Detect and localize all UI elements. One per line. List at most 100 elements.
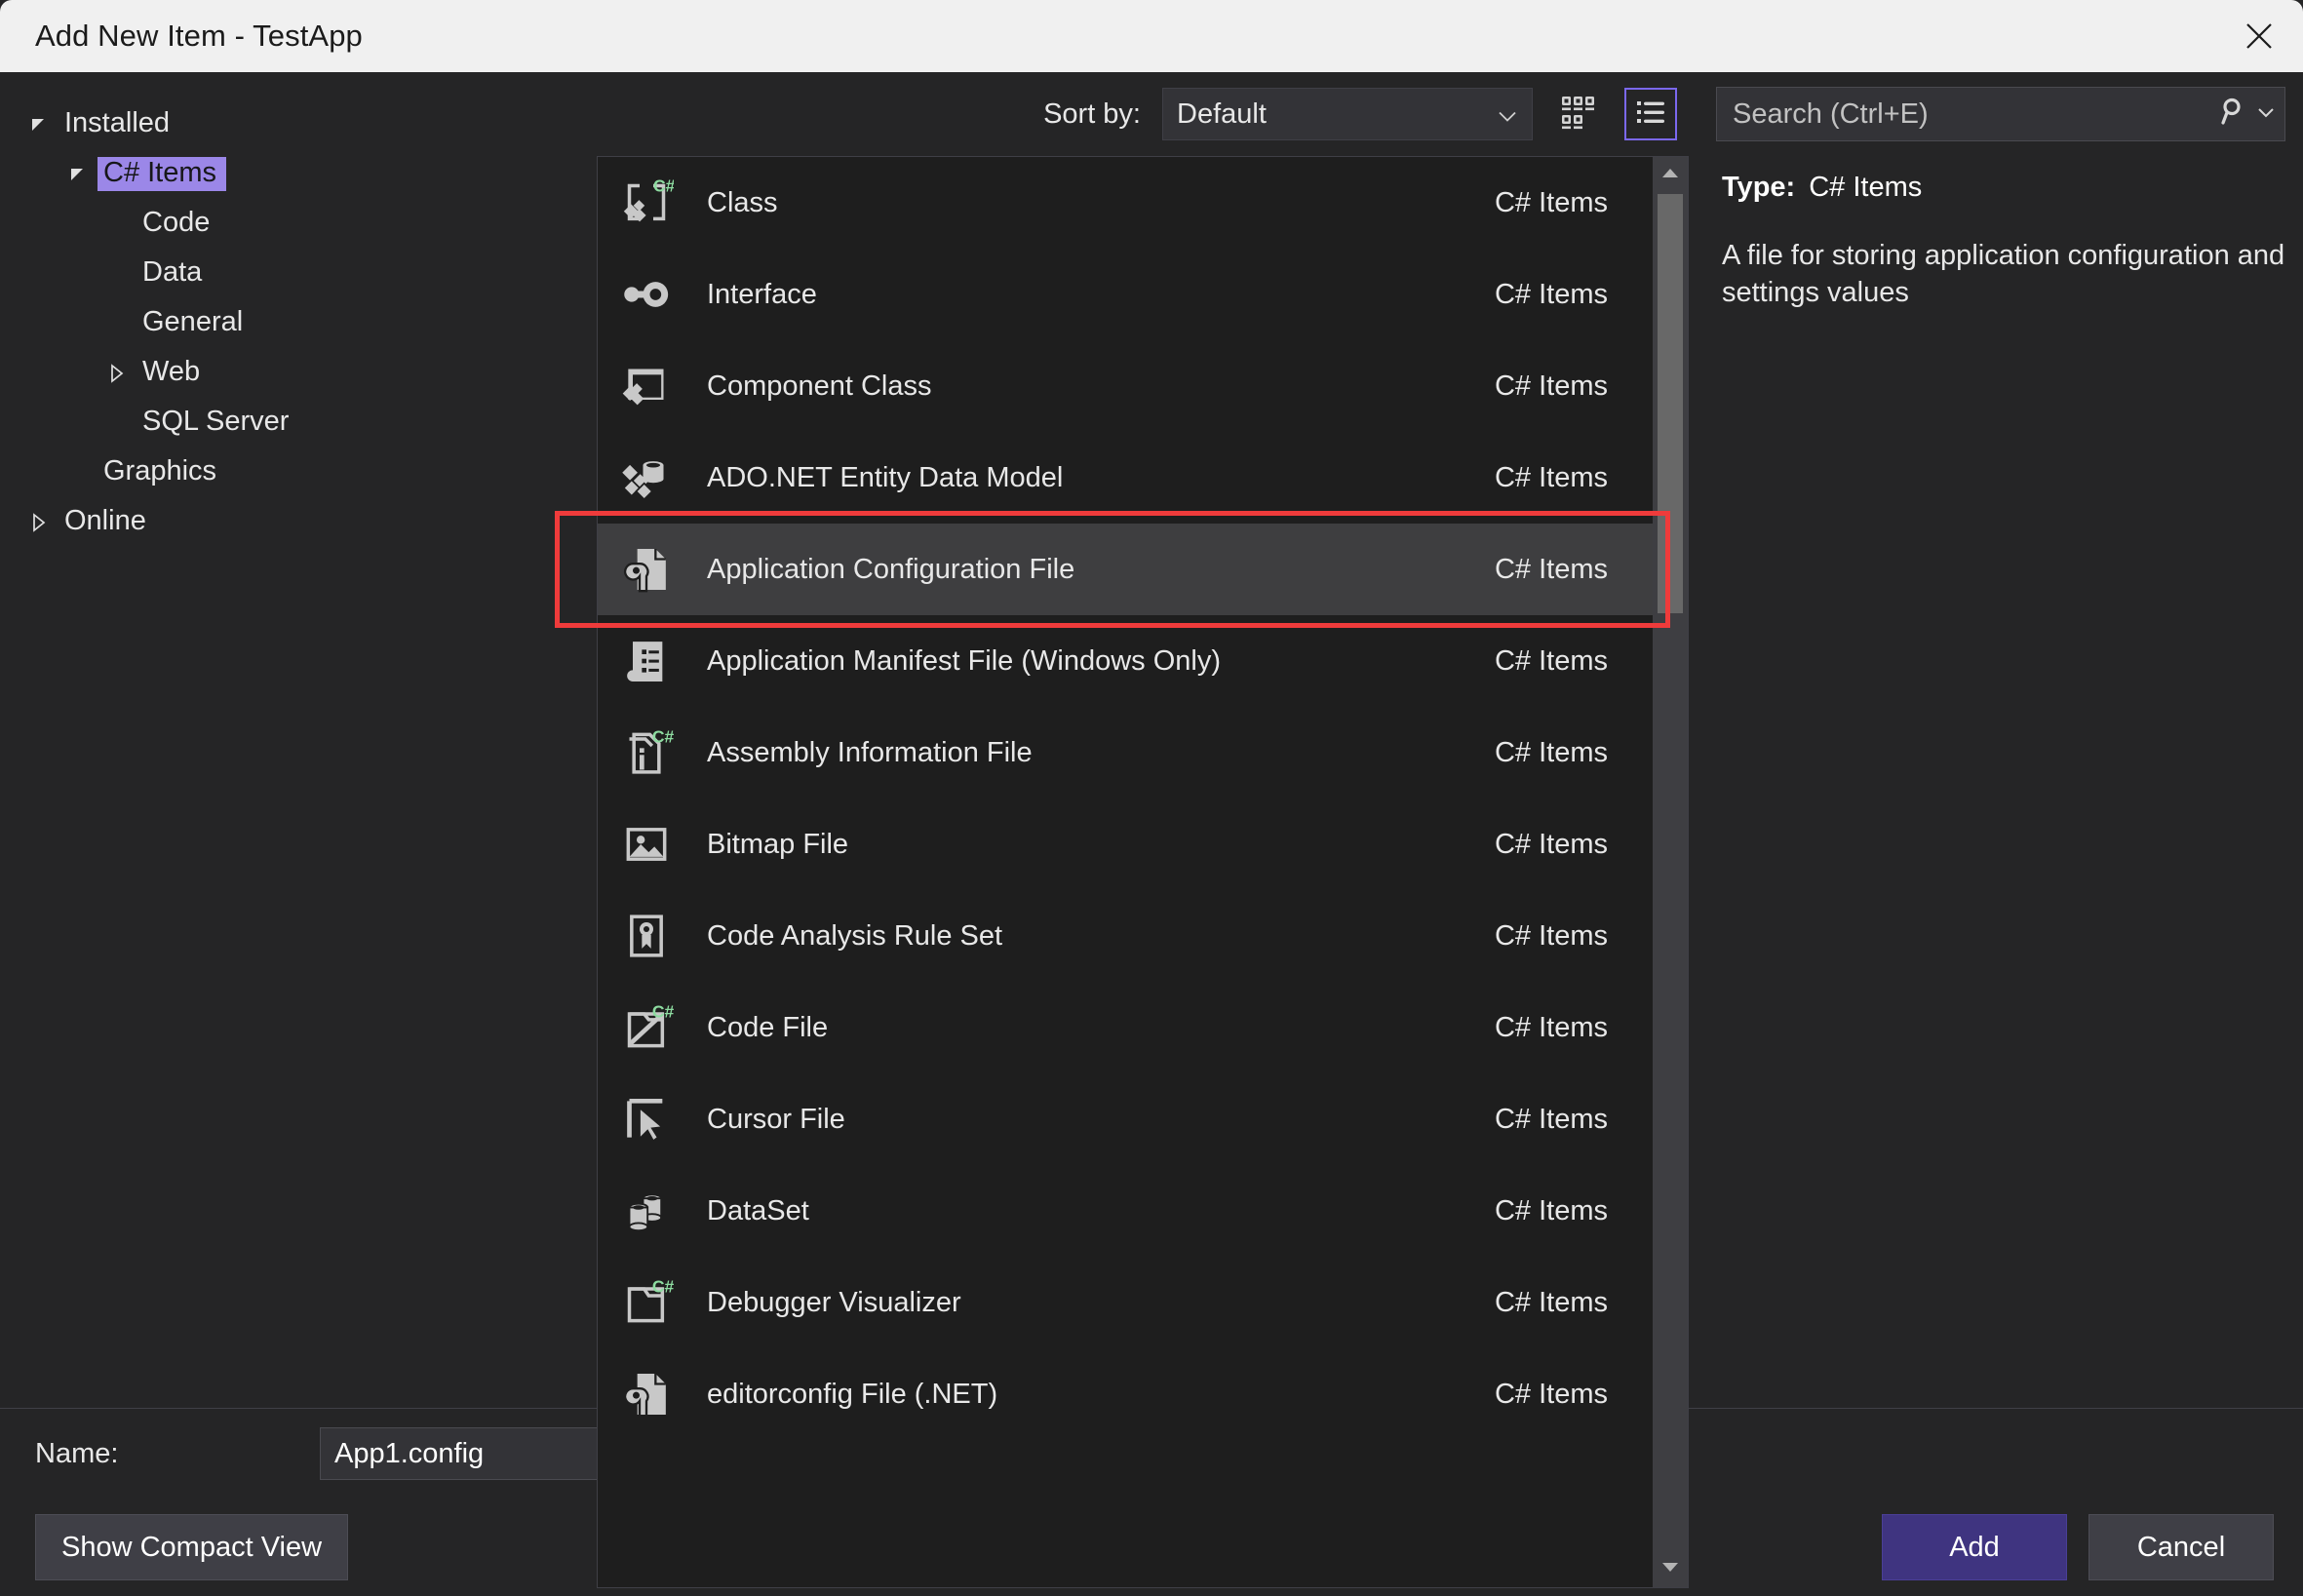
template-row[interactable]: editorconfig File (.NET) C# Items (598, 1348, 1653, 1440)
tree-item-web[interactable]: Web (0, 348, 595, 398)
add-button[interactable]: Add (1882, 1514, 2067, 1580)
show-compact-view-button[interactable]: Show Compact View (35, 1514, 349, 1580)
list-view-button[interactable] (1624, 88, 1677, 140)
debugger-visualizer-csharp-icon: C# (611, 1275, 682, 1330)
tree-item-label: Online (64, 505, 146, 536)
template-list[interactable]: C# Class C# Items Interface C# Items Componen… (598, 157, 1653, 1587)
template-category: C# Items (1494, 461, 1608, 493)
search-placeholder: Search (Ctrl+E) (1733, 97, 1929, 130)
scroll-down-icon (1660, 1561, 1680, 1579)
search-area: Search (Ctrl+E) (1698, 72, 2303, 156)
template-row[interactable]: Application Configuration File C# Items (598, 524, 1653, 615)
tree-expanded-icon[interactable] (20, 114, 59, 136)
template-name: ADO.NET Entity Data Model (707, 461, 1064, 493)
template-name: Cursor File (707, 1103, 845, 1135)
chevron-down-icon (1499, 98, 1516, 131)
tree-item-data[interactable]: Data (0, 249, 595, 298)
template-name: Debugger Visualizer (707, 1286, 961, 1318)
list-view-icon (1632, 94, 1669, 136)
sort-by-label: Sort by: (1043, 97, 1141, 130)
tree-collapsed-icon[interactable] (98, 363, 137, 384)
template-name: Class (707, 186, 778, 218)
add-new-item-dialog: Add New Item - TestApp Installed C# Items… (0, 0, 2303, 1596)
scroll-up-button[interactable] (1653, 157, 1688, 192)
name-label: Name: (35, 1437, 119, 1469)
interface-icon (611, 267, 682, 322)
template-name: DataSet (707, 1194, 809, 1226)
scroll-down-button[interactable] (1653, 1552, 1688, 1587)
template-row[interactable]: C# Class C# Items (598, 157, 1653, 249)
template-row[interactable]: Interface C# Items (598, 249, 1653, 340)
tree-item-label: Data (142, 256, 203, 288)
dialog-title: Add New Item - TestApp (35, 19, 363, 53)
grid-view-icon (1558, 92, 1599, 137)
search-icon (2218, 96, 2251, 134)
class-csharp-icon: C# (611, 175, 682, 230)
scrollbar-thumb[interactable] (1658, 194, 1683, 613)
template-category: C# Items (1494, 1103, 1608, 1135)
manifest-file-icon (611, 634, 682, 688)
tree-item-general[interactable]: General (0, 298, 595, 348)
list-scrollbar[interactable] (1653, 157, 1688, 1587)
template-category: C# Items (1494, 644, 1608, 677)
template-name: Bitmap File (707, 828, 849, 860)
code-file-csharp-icon: C# (611, 1000, 682, 1055)
component-class-icon (611, 359, 682, 413)
type-line: Type: C# Items (1722, 172, 2285, 204)
template-name: Application Configuration File (707, 553, 1075, 585)
tree-item-graphics[interactable]: Graphics (0, 448, 595, 497)
cursor-arrow-icon (611, 1092, 682, 1147)
cancel-button[interactable]: Cancel (2088, 1514, 2274, 1580)
template-category: C# Items (1494, 828, 1608, 860)
tree-expanded-icon[interactable] (59, 164, 98, 185)
tree-item-label: Installed (64, 107, 171, 138)
sort-by-value: Default (1177, 97, 1267, 130)
template-name: Application Manifest File (Windows Only) (707, 644, 1222, 677)
template-category: C# Items (1494, 553, 1608, 585)
tree-item-code[interactable]: Code (0, 199, 595, 249)
template-row[interactable]: Component Class C# Items (598, 340, 1653, 432)
tree-item-installed[interactable]: Installed (0, 99, 595, 149)
template-category: C# Items (1494, 186, 1608, 218)
template-row[interactable]: C# Assembly Information File C# Items (598, 707, 1653, 798)
template-category: C# Items (1494, 919, 1608, 952)
title-bar: Add New Item - TestApp (0, 0, 2303, 72)
tree-item-label: Code (142, 207, 211, 238)
tree-item-c-items[interactable]: C# Items (0, 149, 595, 199)
template-row[interactable]: Bitmap File C# Items (598, 798, 1653, 890)
template-category: C# Items (1494, 1194, 1608, 1226)
template-name: Assembly Information File (707, 736, 1033, 768)
tree-item-label: C# Items (98, 157, 227, 191)
dialog-body: Installed C# Items Code Data General Web SQL S… (0, 72, 2303, 1588)
template-row[interactable]: ADO.NET Entity Data Model C# Items (598, 432, 1653, 524)
config-file-wrench-icon (611, 1367, 682, 1421)
details-content: Type: C# Items A file for storing applica… (1698, 156, 2303, 312)
entity-data-model-icon (611, 450, 682, 505)
template-row[interactable]: Code Analysis Rule Set C# Items (598, 890, 1653, 982)
details-pane: Search (Ctrl+E) Type: C# Items A file fo… (1698, 72, 2303, 1408)
config-file-wrench-icon (611, 542, 682, 597)
template-row[interactable]: C# Debugger Visualizer C# Items (598, 1257, 1653, 1348)
close-button[interactable] (2215, 0, 2303, 72)
bitmap-image-icon (611, 817, 682, 872)
template-description: A file for storing application configura… (1722, 240, 2285, 309)
svg-text:C#: C# (653, 175, 674, 195)
tree-item-online[interactable]: Online (0, 497, 595, 547)
tiles-view-button[interactable] (1552, 88, 1605, 140)
template-category: C# Items (1494, 1286, 1608, 1318)
tree-item-sql-server[interactable]: SQL Server (0, 398, 595, 448)
tree-collapsed-icon[interactable] (20, 512, 59, 533)
template-list-panel: C# Class C# Items Interface C# Items Componen… (597, 156, 1689, 1588)
search-button[interactable] (2218, 96, 2275, 134)
template-row[interactable]: Application Manifest File (Windows Only)… (598, 615, 1653, 707)
sort-by-dropdown[interactable]: Default (1162, 88, 1533, 140)
search-input[interactable]: Search (Ctrl+E) (1716, 87, 2285, 141)
chevron-down-icon (2257, 105, 2275, 123)
scroll-up-icon (1660, 166, 1680, 184)
tree-item-label: Web (142, 356, 201, 387)
svg-text:C#: C# (652, 1002, 674, 1022)
template-row[interactable]: Cursor File C# Items (598, 1073, 1653, 1165)
template-row[interactable]: DataSet C# Items (598, 1165, 1653, 1257)
template-row[interactable]: C# Code File C# Items (598, 982, 1653, 1073)
template-name: Interface (707, 278, 817, 310)
